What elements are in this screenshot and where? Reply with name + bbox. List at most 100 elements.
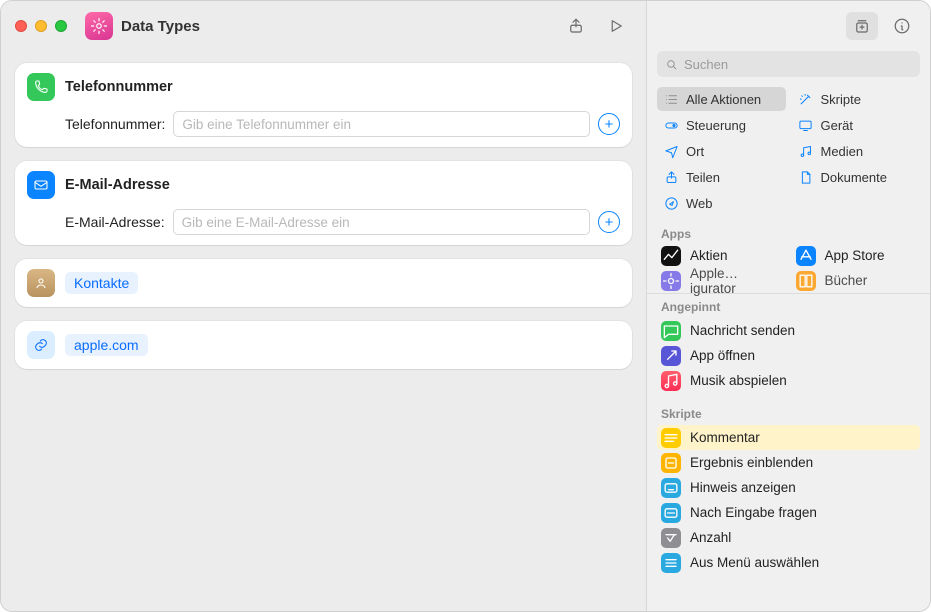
url-token[interactable]: apple.com	[65, 334, 148, 356]
category-media[interactable]: Medien	[792, 139, 921, 163]
list-item[interactable]: Ergebnis einblenden	[657, 450, 920, 475]
contacts-token[interactable]: Kontakte	[65, 272, 138, 294]
category-label: Web	[686, 196, 713, 211]
count-icon	[661, 528, 681, 548]
library-sidebar: Alle Aktionen Skripte Steuerung Gerät Or…	[646, 1, 930, 611]
scripts-header: Skripte	[647, 401, 930, 423]
list-label: Anzahl	[690, 530, 731, 545]
apps-list: Aktien App Store Apple…igurator Bücher	[647, 243, 930, 293]
search-field[interactable]	[657, 51, 920, 77]
add-value-button[interactable]: +	[598, 211, 620, 233]
monitor-icon	[798, 117, 814, 133]
list-item[interactable]: Hinweis anzeigen	[657, 475, 920, 500]
category-label: Medien	[821, 144, 864, 159]
email-input[interactable]	[173, 209, 590, 235]
titlebar: Data Types	[1, 1, 646, 51]
phone-icon	[27, 73, 55, 101]
add-value-button[interactable]: +	[598, 113, 620, 135]
run-button[interactable]	[600, 12, 632, 40]
action-phone[interactable]: Telefonnummer Telefonnummer: +	[15, 63, 632, 147]
list-label: Aus Menü auswählen	[690, 555, 819, 570]
list-label: App öffnen	[690, 348, 755, 363]
menu-icon	[661, 553, 681, 573]
param-label: Telefonnummer:	[65, 116, 165, 132]
action-url[interactable]: apple.com	[15, 321, 632, 369]
category-label: Steuerung	[686, 118, 746, 133]
category-device[interactable]: Gerät	[792, 113, 921, 137]
category-scripts[interactable]: Skripte	[792, 87, 921, 111]
categories: Alle Aktionen Skripte Steuerung Gerät Or…	[647, 85, 930, 221]
app-label: App Store	[825, 248, 885, 263]
app-item[interactable]: Aktien	[657, 243, 786, 268]
list-icon	[663, 91, 679, 107]
category-web[interactable]: Web	[657, 191, 786, 215]
apps-header: Apps	[647, 221, 930, 243]
library-button[interactable]	[846, 12, 878, 40]
app-window: Data Types Telefonnummer Telefonnummer:	[0, 0, 931, 612]
appstore-icon	[796, 246, 816, 266]
mail-icon	[27, 171, 55, 199]
category-label: Teilen	[686, 170, 720, 185]
param-label: E-Mail-Adresse:	[65, 214, 165, 230]
shortcut-icon	[85, 12, 113, 40]
list-item[interactable]: Kommentar	[657, 425, 920, 450]
books-icon	[796, 271, 816, 291]
list-item[interactable]: Nach Eingabe fragen	[657, 500, 920, 525]
configurator-icon	[661, 271, 681, 291]
location-icon	[663, 143, 679, 159]
action-email[interactable]: E-Mail-Adresse E-Mail-Adresse: +	[15, 161, 632, 245]
list-label: Nachricht senden	[690, 323, 795, 338]
sidebar-toolbar	[647, 1, 930, 51]
window-controls	[15, 20, 67, 32]
category-label: Dokumente	[821, 170, 887, 185]
window-title: Data Types	[121, 18, 200, 35]
action-contacts[interactable]: Kontakte	[15, 259, 632, 307]
music-icon	[661, 371, 681, 391]
share-button[interactable]	[560, 12, 592, 40]
main-pane: Data Types Telefonnummer Telefonnummer:	[1, 1, 646, 611]
document-icon	[798, 169, 814, 185]
ask-icon	[661, 503, 681, 523]
list-item[interactable]: Nachricht senden	[657, 318, 920, 343]
list-item[interactable]: Musik abspielen	[657, 368, 920, 393]
app-item[interactable]: App Store	[792, 243, 921, 268]
category-control[interactable]: Steuerung	[657, 113, 786, 137]
list-item[interactable]: Anzahl	[657, 525, 920, 550]
phone-input[interactable]	[173, 111, 590, 137]
category-label: Alle Aktionen	[686, 92, 761, 107]
action-title: E-Mail-Adresse	[65, 177, 170, 193]
category-label: Gerät	[821, 118, 854, 133]
info-button[interactable]	[886, 12, 918, 40]
list-label: Ergebnis einblenden	[690, 455, 813, 470]
search-icon	[665, 58, 678, 71]
category-location[interactable]: Ort	[657, 139, 786, 163]
app-item[interactable]: Apple…igurator	[657, 268, 786, 293]
category-label: Ort	[686, 144, 704, 159]
stocks-icon	[661, 246, 681, 266]
action-title: Telefonnummer	[65, 79, 173, 95]
minimize-window-button[interactable]	[35, 20, 47, 32]
app-label: Bücher	[825, 273, 868, 288]
message-icon	[661, 321, 681, 341]
zoom-window-button[interactable]	[55, 20, 67, 32]
editor-canvas[interactable]: Telefonnummer Telefonnummer: + E-Mail-Ad…	[1, 51, 646, 611]
search-input[interactable]	[684, 57, 912, 72]
category-share[interactable]: Teilen	[657, 165, 786, 189]
category-documents[interactable]: Dokumente	[792, 165, 921, 189]
comment-icon	[661, 428, 681, 448]
app-label: Apple…igurator	[690, 266, 782, 296]
category-label: Skripte	[821, 92, 861, 107]
list-item[interactable]: App öffnen	[657, 343, 920, 368]
close-window-button[interactable]	[15, 20, 27, 32]
category-all[interactable]: Alle Aktionen	[657, 87, 786, 111]
actions-list-region: Angepinnt Nachricht senden App öffnen Mu…	[647, 293, 930, 611]
contacts-icon	[27, 269, 55, 297]
link-icon	[27, 331, 55, 359]
share-icon	[663, 169, 679, 185]
list-label: Hinweis anzeigen	[690, 480, 796, 495]
app-label: Aktien	[690, 248, 728, 263]
list-item[interactable]: Aus Menü auswählen	[657, 550, 920, 575]
result-icon	[661, 453, 681, 473]
app-item[interactable]: Bücher	[792, 268, 921, 293]
switch-icon	[663, 117, 679, 133]
